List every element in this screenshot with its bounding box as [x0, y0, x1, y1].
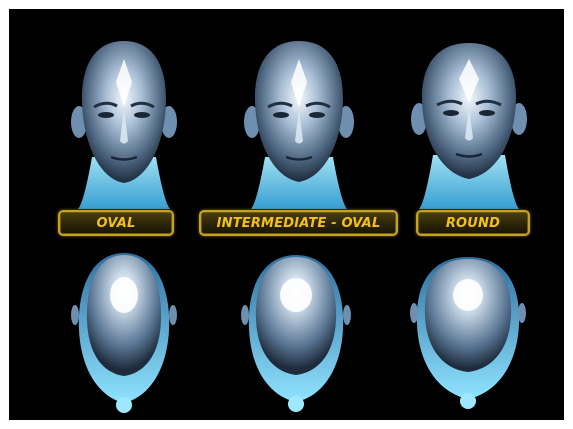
round-head-top-icon [410, 257, 526, 409]
oval-face-front-icon [71, 41, 177, 209]
intermediate-oval-label: INTERMEDIATE - OVAL [199, 210, 398, 236]
round-label: ROUND [416, 210, 530, 236]
round-face-front-icon [411, 43, 527, 209]
intermediate-oval-face-front-icon [244, 41, 354, 209]
oval-head-top-icon [71, 253, 177, 413]
oval-label: OVAL [58, 210, 174, 236]
stage: OVAL INTERMEDIATE - OVAL ROUND [0, 0, 573, 429]
intermediate-oval-head-top-icon [241, 255, 351, 412]
face-shape-panel: OVAL INTERMEDIATE - OVAL ROUND [9, 9, 564, 420]
